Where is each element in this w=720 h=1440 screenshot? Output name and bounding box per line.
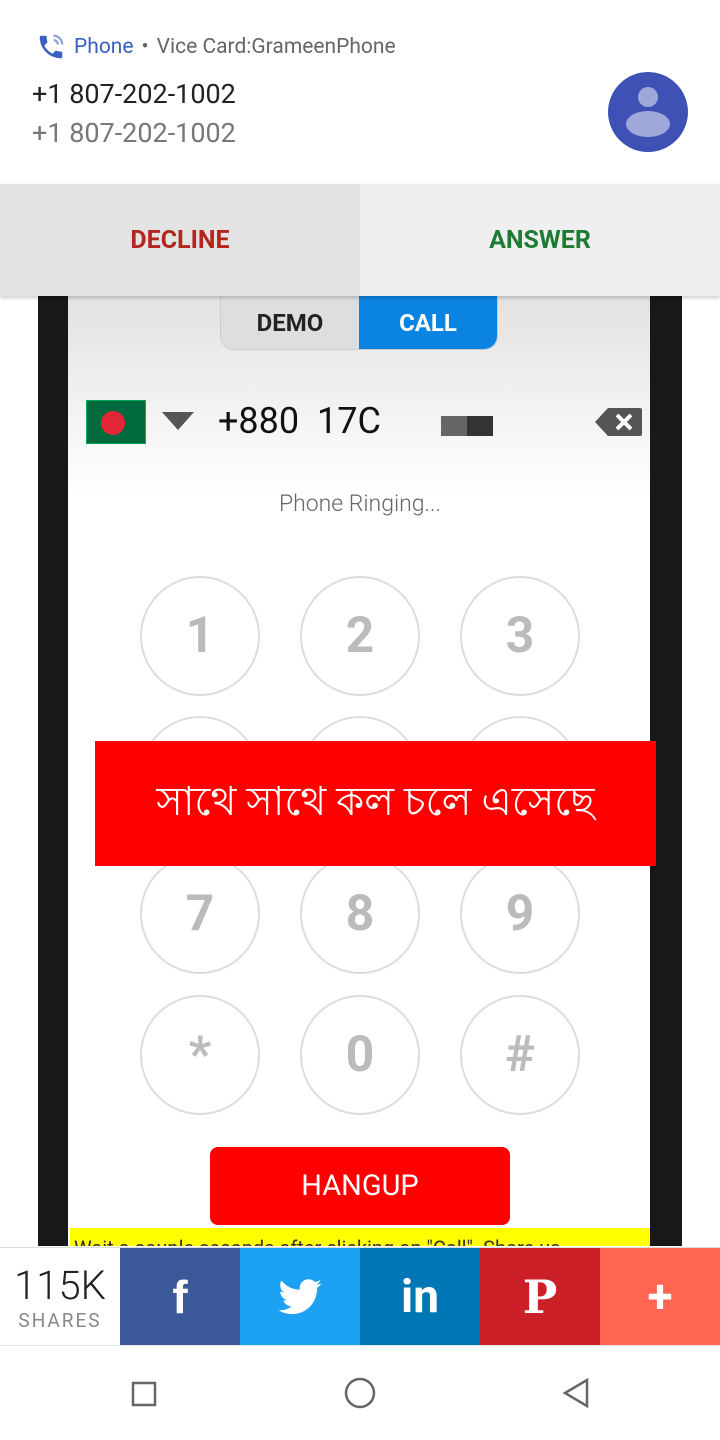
share-count-label: SHARES [18, 1308, 102, 1332]
keypad-key[interactable]: 3 [460, 576, 580, 696]
mode-tabs: DEMO CALL [220, 296, 498, 350]
back-icon[interactable] [562, 1377, 590, 1409]
notification-header: Phone • Vice Card:GrameenPhone [36, 32, 396, 62]
separator: • [141, 35, 149, 59]
answer-button[interactable]: ANSWER [360, 184, 720, 296]
hangup-button[interactable]: HANGUP [210, 1147, 510, 1225]
app-name: Phone [74, 35, 134, 59]
keypad-key[interactable]: 1 [140, 576, 260, 696]
share-bar: 115K SHARES f in P + [0, 1247, 720, 1345]
caller-number: +1 807-202-1002 [32, 117, 236, 149]
keypad-key[interactable]: # [460, 995, 580, 1115]
more-share-button[interactable]: + [600, 1248, 720, 1345]
keypad-key[interactable]: * [140, 995, 260, 1115]
person-icon [626, 87, 670, 137]
linkedin-share-button[interactable]: in [360, 1248, 480, 1345]
twitter-share-button[interactable] [240, 1248, 360, 1345]
facebook-icon: f [172, 1270, 188, 1323]
plus-icon: + [647, 1269, 673, 1324]
promo-banner: সাথে সাথে কল চলে এসেছে [95, 741, 656, 866]
dropdown-arrow-icon[interactable] [162, 412, 194, 430]
phone-call-icon [39, 34, 64, 59]
bangladesh-flag-icon[interactable] [86, 400, 146, 444]
tip-text: Wait a couple seconds after clicking on … [70, 1228, 650, 1246]
call-status: Phone Ringing... [278, 490, 442, 517]
recents-icon[interactable] [131, 1381, 157, 1407]
home-icon[interactable] [344, 1377, 376, 1409]
backspace-icon[interactable] [594, 406, 644, 438]
keypad-key[interactable]: 7 [140, 854, 260, 974]
call-actions: DECLINE ANSWER [0, 184, 720, 296]
redacted-digits [441, 416, 493, 436]
twitter-icon [278, 1278, 322, 1314]
pinterest-share-button[interactable]: P [480, 1248, 600, 1345]
caller-name: +1 807-202-1002 [32, 78, 236, 110]
dialed-number: +880 17C [218, 400, 381, 442]
sim-label: Vice Card:GrameenPhone [156, 35, 396, 59]
pinterest-icon: P [522, 1269, 558, 1324]
avatar [608, 72, 688, 152]
keypad-key[interactable]: 2 [300, 576, 420, 696]
share-count-number: 115K [14, 1261, 106, 1309]
share-count: 115K SHARES [0, 1248, 120, 1345]
linkedin-icon: in [401, 1269, 439, 1324]
facebook-share-button[interactable]: f [120, 1248, 240, 1345]
keypad-key[interactable]: 9 [460, 854, 580, 974]
tab-demo[interactable]: DEMO [221, 296, 359, 349]
navigation-bar [0, 1345, 720, 1440]
decline-button[interactable]: DECLINE [0, 184, 360, 296]
incoming-call-notification[interactable]: Phone • Vice Card:GrameenPhone +1 807-20… [0, 0, 720, 184]
tab-call[interactable]: CALL [359, 296, 497, 349]
keypad-key[interactable]: 0 [300, 995, 420, 1115]
keypad-key[interactable]: 8 [300, 854, 420, 974]
